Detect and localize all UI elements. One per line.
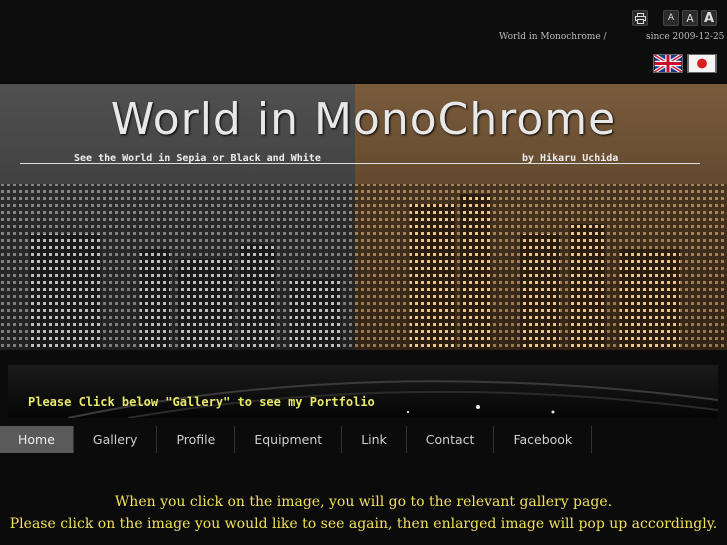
breadcrumb[interactable]: World in Monochrome /: [499, 32, 607, 42]
text-size-small-button[interactable]: A: [663, 10, 679, 26]
intro-line-2: Please click on the image you would like…: [9, 516, 718, 532]
nav-profile[interactable]: Profile: [157, 426, 236, 453]
top-bar: A A A World in Monochrome / since 2009-1…: [0, 0, 727, 82]
since-date: since 2009-12-25: [646, 32, 725, 42]
notice-background: [67, 380, 718, 418]
header-banner: World in MonoChrome See the World in Sep…: [0, 84, 727, 350]
banner-byline: by Hikaru Uchida: [522, 153, 619, 164]
language-switcher: [653, 54, 717, 73]
intro-line-1: When you click on the image, you will go…: [114, 494, 613, 510]
japan-flag-icon[interactable]: [687, 54, 717, 73]
nav-link[interactable]: Link: [342, 426, 407, 453]
text-size-large-button[interactable]: A: [701, 10, 717, 26]
nav-home[interactable]: Home: [0, 426, 74, 453]
banner-subtitle: See the World in Sepia or Black and Whit…: [74, 153, 321, 164]
nav-contact[interactable]: Contact: [407, 426, 495, 453]
print-icon[interactable]: [632, 10, 648, 26]
nav-facebook[interactable]: Facebook: [494, 426, 593, 453]
banner-title: World in MonoChrome: [110, 94, 617, 145]
notice-text: Please Click below "Gallery" to see my P…: [28, 395, 375, 409]
notice-banner: Please Click below "Gallery" to see my P…: [8, 365, 718, 418]
main-nav: Home Gallery Profile Equipment Link Cont…: [0, 426, 593, 453]
nav-equipment[interactable]: Equipment: [235, 426, 343, 453]
text-size-medium-button[interactable]: A: [682, 10, 698, 26]
nav-gallery[interactable]: Gallery: [74, 426, 158, 453]
uk-flag-icon[interactable]: [653, 54, 683, 73]
toolbar: A A A: [632, 10, 717, 26]
